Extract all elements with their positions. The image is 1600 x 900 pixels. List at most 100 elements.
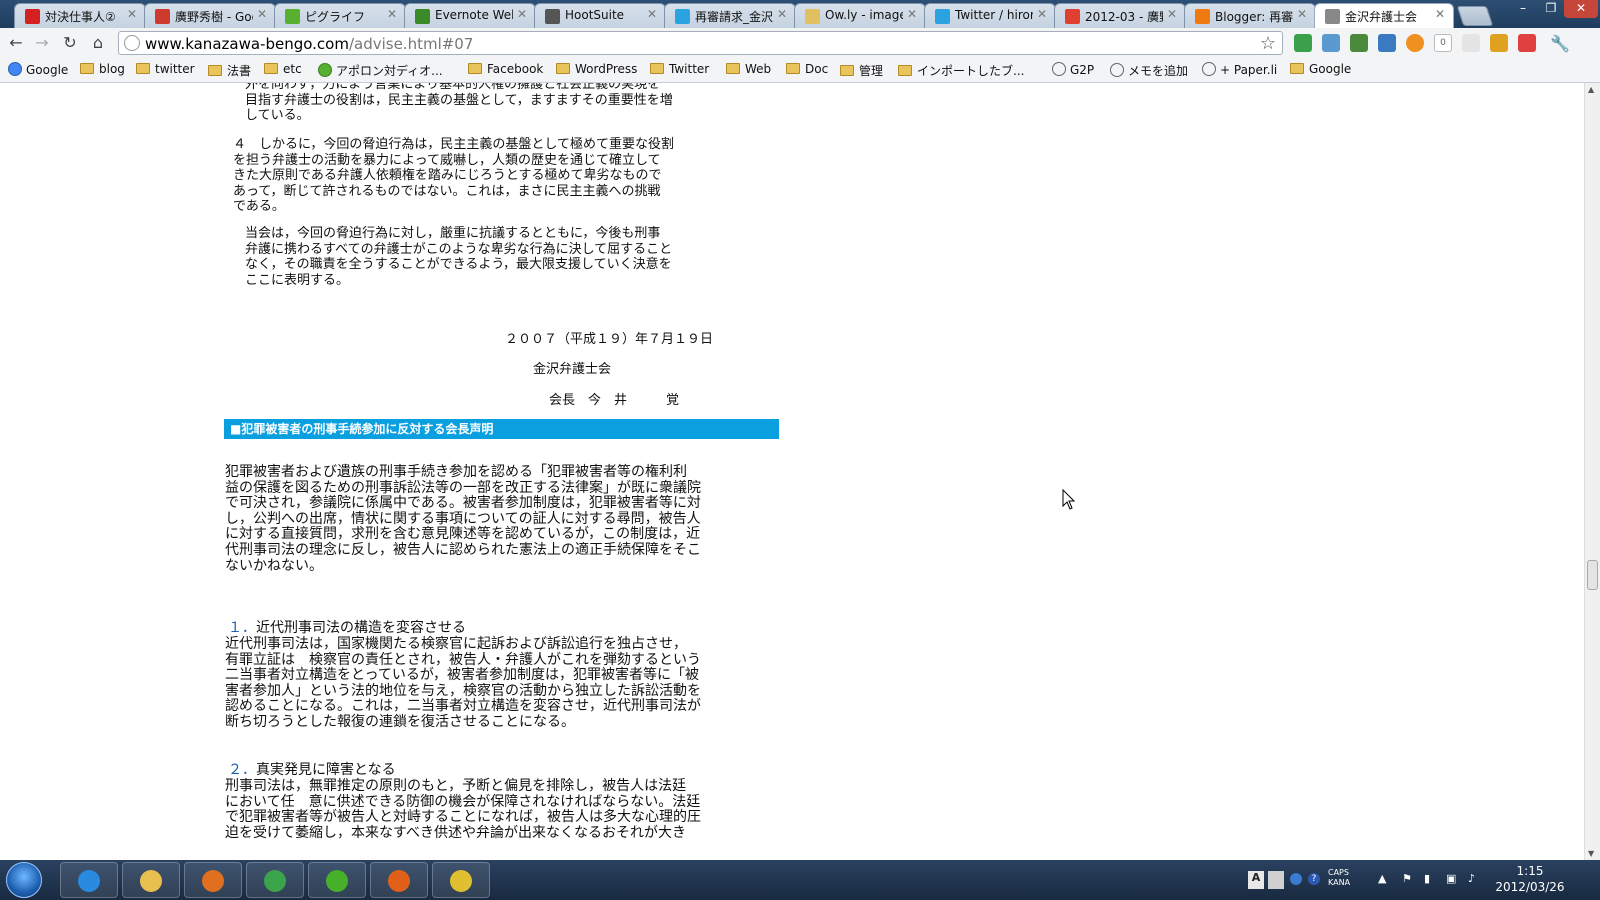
media-icon bbox=[202, 870, 224, 892]
bookmark-item[interactable]: blog bbox=[80, 62, 125, 76]
tab-4[interactable]: HootSuite ✕ bbox=[534, 3, 666, 28]
evernote-extension-icon[interactable] bbox=[1350, 34, 1368, 52]
tab-2[interactable]: ピグライフ ✕ bbox=[274, 3, 406, 28]
tab-close-icon[interactable]: ✕ bbox=[257, 7, 267, 21]
tab-close-icon[interactable]: ✕ bbox=[127, 7, 137, 21]
site-info-icon[interactable] bbox=[124, 35, 140, 51]
bookmark-item[interactable]: Facebook bbox=[468, 62, 543, 76]
tab-10[interactable]: 金沢弁護士会 ✕ bbox=[1314, 3, 1454, 28]
tab-close-icon[interactable]: ✕ bbox=[517, 7, 527, 21]
tab-close-icon[interactable]: ✕ bbox=[1297, 7, 1307, 21]
scrollbar-thumb[interactable] bbox=[1587, 560, 1598, 590]
tab-8[interactable]: 2012-03 - 廣野 ✕ bbox=[1054, 3, 1186, 28]
extension-icon[interactable] bbox=[1378, 34, 1396, 52]
vertical-scrollbar[interactable]: ▲ ▼ bbox=[1584, 83, 1600, 860]
text-line: 断ち切ろうとした報復の連鎖を復活させることになる。 bbox=[225, 713, 575, 730]
minimize-button[interactable]: – bbox=[1508, 0, 1538, 18]
scroll-down-arrow-icon[interactable]: ▼ bbox=[1588, 849, 1594, 858]
tab-close-icon[interactable]: ✕ bbox=[1167, 7, 1177, 21]
section-2-number: ２． bbox=[228, 762, 256, 778]
taskbar-app-media[interactable] bbox=[184, 862, 242, 898]
tab-close-icon[interactable]: ✕ bbox=[647, 7, 657, 21]
close-window-button[interactable]: ✕ bbox=[1564, 0, 1598, 18]
address-bar[interactable]: www.kanazawa-bengo.com/advise.html#07 ☆ bbox=[118, 31, 1283, 55]
tab-close-icon[interactable]: ✕ bbox=[1435, 7, 1445, 21]
extension-icon[interactable] bbox=[1406, 34, 1424, 52]
home-button[interactable]: ⌂ bbox=[88, 33, 108, 53]
tab-close-icon[interactable]: ✕ bbox=[1037, 7, 1047, 21]
tab-favicon-icon bbox=[1325, 9, 1340, 24]
help-icon[interactable]: ? bbox=[1308, 873, 1320, 885]
taskbar-app-pig[interactable] bbox=[308, 862, 366, 898]
show-hidden-icons-icon[interactable]: ▲ bbox=[1378, 872, 1386, 885]
section-1-number: １． bbox=[228, 620, 256, 636]
tab-0[interactable]: 対決仕事人② ✕ bbox=[14, 3, 146, 28]
tab-close-icon[interactable]: ✕ bbox=[907, 7, 917, 21]
tab-1[interactable]: 廣野秀樹 - Goo ✕ bbox=[144, 3, 276, 28]
reload-button[interactable]: ↻ bbox=[60, 33, 80, 53]
tab-close-icon[interactable]: ✕ bbox=[777, 7, 787, 21]
folder-icon bbox=[136, 63, 150, 74]
system-clock[interactable]: 1:15 2012/03/26 bbox=[1470, 863, 1590, 895]
bookmark-item[interactable]: Google bbox=[8, 62, 68, 77]
tab-3[interactable]: Evernote Web ✕ bbox=[404, 3, 536, 28]
action-center-flag-icon[interactable]: ⚑ bbox=[1402, 872, 1412, 885]
text-line: 弁護に携わるすべての弁護士がこのような卑劣な行為に決して屈すること bbox=[245, 241, 673, 257]
text-line: 刑事司法は，無罪推定の原則のもと，予断と偏見を排除し，被告人は法廷 bbox=[225, 778, 687, 794]
back-button[interactable]: ← bbox=[6, 33, 26, 53]
tab-title: 対決仕事人② bbox=[45, 10, 116, 24]
tab-5[interactable]: 再審請求_金沢 ✕ bbox=[664, 3, 796, 28]
extension-badge-icon[interactable]: 0 bbox=[1434, 34, 1452, 52]
taskbar-app-ie[interactable] bbox=[60, 862, 118, 898]
tab-favicon-icon bbox=[935, 9, 950, 24]
text-line: あって，断じて許されるものではない。これは，まさに民主主義への挑戦 bbox=[233, 183, 661, 199]
bookmark-item[interactable]: WordPress bbox=[556, 62, 637, 76]
new-tab-button[interactable] bbox=[1456, 6, 1494, 26]
google-icon bbox=[8, 62, 22, 76]
text-line: で可決され，参議院に係属中である。被害者参加制度は，犯罪被害者等に対 bbox=[225, 495, 701, 512]
extension-icon[interactable] bbox=[1462, 34, 1480, 52]
bookmark-item[interactable]: G2P bbox=[1052, 62, 1094, 77]
wrench-menu-icon[interactable]: 🔧 bbox=[1550, 34, 1570, 53]
bookmark-item[interactable]: + Paper.li bbox=[1202, 62, 1277, 77]
taskbar-app-notes[interactable] bbox=[432, 862, 490, 898]
bookmark-item[interactable]: インポートしたブ... bbox=[898, 62, 1024, 79]
extension-icon[interactable] bbox=[1322, 34, 1340, 52]
bookmark-item[interactable]: Doc bbox=[786, 62, 828, 76]
extension-icon[interactable] bbox=[1518, 34, 1536, 52]
url-host: www.kanazawa-bengo.com bbox=[145, 35, 349, 53]
bookmark-item[interactable]: Web bbox=[726, 62, 771, 76]
extension-icon[interactable] bbox=[1490, 34, 1508, 52]
taskbar-app-firefox[interactable] bbox=[370, 862, 428, 898]
bookmark-item[interactable]: 法書 bbox=[208, 62, 251, 79]
scroll-up-arrow-icon[interactable]: ▲ bbox=[1588, 85, 1594, 94]
extension-icon[interactable] bbox=[1294, 34, 1312, 52]
power-icon[interactable]: ▮ bbox=[1424, 872, 1430, 885]
bookmark-item[interactable]: 管理 bbox=[840, 62, 883, 79]
bookmark-item[interactable]: メモを追加 bbox=[1110, 62, 1188, 79]
bookmark-item[interactable]: アポロン対ディオ... bbox=[318, 62, 443, 79]
tab-favicon-icon bbox=[545, 9, 560, 24]
bookmark-item[interactable]: etc bbox=[264, 62, 302, 76]
bookmark-item[interactable]: Twitter bbox=[650, 62, 709, 76]
tray-app-icon[interactable] bbox=[1290, 873, 1302, 885]
bookmark-star-icon[interactable]: ☆ bbox=[1260, 33, 1276, 54]
bookmark-item[interactable]: Google bbox=[1290, 62, 1351, 76]
ime-icon[interactable]: A bbox=[1248, 871, 1264, 889]
forward-button[interactable]: → bbox=[32, 33, 52, 53]
ime-tool-icon[interactable] bbox=[1268, 871, 1284, 889]
tab-9[interactable]: Blogger: 再審 ✕ bbox=[1184, 3, 1316, 28]
tab-6[interactable]: Ow.ly - image ✕ bbox=[794, 3, 926, 28]
tab-title: HootSuite bbox=[565, 8, 625, 22]
taskbar-app-chrome[interactable] bbox=[246, 862, 304, 898]
maximize-button[interactable]: ❐ bbox=[1538, 0, 1564, 18]
taskbar-app-explorer[interactable] bbox=[122, 862, 180, 898]
tab-close-icon[interactable]: ✕ bbox=[387, 7, 397, 21]
bookmark-item[interactable]: twitter bbox=[136, 62, 195, 76]
page-content: 外を向わず，力によう言業により基本的人権の擁護と社会正義の実現を 目指す弁護士の役… bbox=[0, 83, 1584, 860]
network-icon[interactable]: ▣ bbox=[1446, 872, 1456, 885]
tab-7[interactable]: Twitter / hiror ✕ bbox=[924, 3, 1056, 28]
bookmark-label: 管理 bbox=[859, 64, 884, 78]
start-button[interactable] bbox=[6, 862, 42, 898]
bookmark-label: Twitter bbox=[669, 62, 710, 76]
